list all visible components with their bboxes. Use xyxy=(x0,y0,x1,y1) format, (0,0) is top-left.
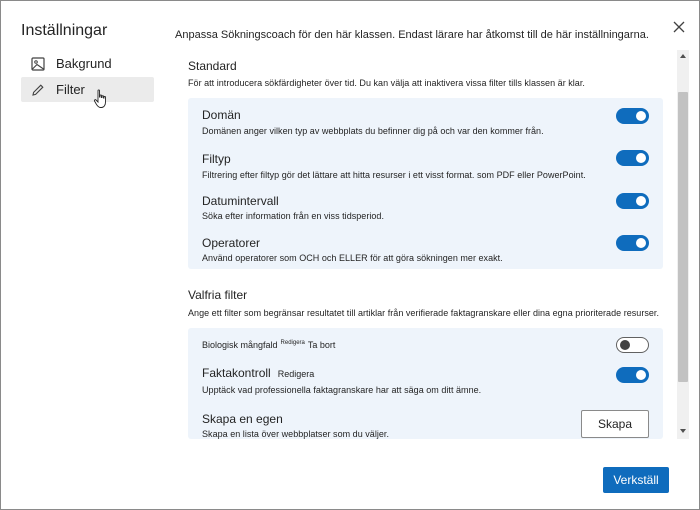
diversity-filter-row: Biologisk mångfald Redigera Ta bort xyxy=(202,340,335,350)
settings-description: Anpassa Sökningscoach för den här klasse… xyxy=(175,29,649,41)
filter-description-filetype: Filtrering efter filtyp gör det lättare … xyxy=(202,170,586,180)
optional-section-description: Ange ett filter som begränsar resultatet… xyxy=(188,308,659,318)
factcheck-filter-row: Faktakontroll Redigera xyxy=(202,366,314,380)
standard-section-description: För att introducera sökfärdigheter över … xyxy=(188,78,585,88)
scroll-up-icon[interactable] xyxy=(677,52,689,62)
filter-title-diversity: Biologisk mångfald xyxy=(202,340,278,350)
scroll-down-icon[interactable] xyxy=(677,427,689,437)
scrollbar-thumb[interactable] xyxy=(678,92,688,382)
toggle-domain[interactable] xyxy=(616,108,649,124)
optional-section-title: Valfria filter xyxy=(188,288,248,302)
close-icon[interactable] xyxy=(672,20,686,34)
sidebar-item-label: Filter xyxy=(56,82,85,97)
remove-diversity-link[interactable]: Ta bort xyxy=(308,340,336,350)
edit-diversity-link[interactable]: Redigera xyxy=(281,340,305,346)
settings-dialog: Inställningar Bakgrund Filter Anpassa Sö xyxy=(0,0,700,510)
settings-content: Standard För att introducera sökfärdighe… xyxy=(175,50,675,439)
toggle-operators[interactable] xyxy=(616,235,649,251)
filter-title-factcheck: Faktakontroll xyxy=(202,366,271,380)
toggle-filetype[interactable] xyxy=(616,150,649,166)
toggle-factcheck[interactable] xyxy=(616,367,649,383)
filter-description-domain: Domänen anger vilken typ av webbplats du… xyxy=(202,126,544,136)
scrollbar[interactable] xyxy=(677,50,689,439)
edit-factcheck-link[interactable]: Redigera xyxy=(278,369,315,379)
sidebar: Inställningar Bakgrund Filter xyxy=(1,1,167,510)
create-button[interactable]: Skapa xyxy=(581,410,649,438)
apply-button[interactable]: Verkställ xyxy=(603,467,669,493)
sidebar-title: Inställningar xyxy=(21,22,108,39)
toggle-diversity[interactable] xyxy=(616,337,649,353)
filter-description-daterange: Söka efter information från en viss tids… xyxy=(202,211,384,221)
filter-title-filetype: Filtyp xyxy=(202,152,231,166)
filter-description-operators: Använd operatorer som OCH och ELLER för … xyxy=(202,253,503,263)
image-icon xyxy=(31,56,45,71)
standard-section-title: Standard xyxy=(188,59,237,73)
filter-description-factcheck: Upptäck vad professionella faktagranskar… xyxy=(202,385,482,395)
custom-list-title: Skapa en egen xyxy=(202,412,283,426)
filter-title-operators: Operatorer xyxy=(202,236,261,250)
toggle-daterange[interactable] xyxy=(616,193,649,209)
hand-cursor-icon xyxy=(93,89,106,108)
filter-title-daterange: Datumintervall xyxy=(202,194,279,208)
pencil-icon xyxy=(31,83,45,97)
sidebar-item-filter[interactable]: Filter xyxy=(21,77,154,102)
sidebar-item-background[interactable]: Bakgrund xyxy=(21,51,154,76)
filter-title-domain: Domän xyxy=(202,108,241,122)
custom-list-description: Skapa en lista över webbplatser som du v… xyxy=(202,429,389,439)
sidebar-item-label: Bakgrund xyxy=(56,56,112,71)
